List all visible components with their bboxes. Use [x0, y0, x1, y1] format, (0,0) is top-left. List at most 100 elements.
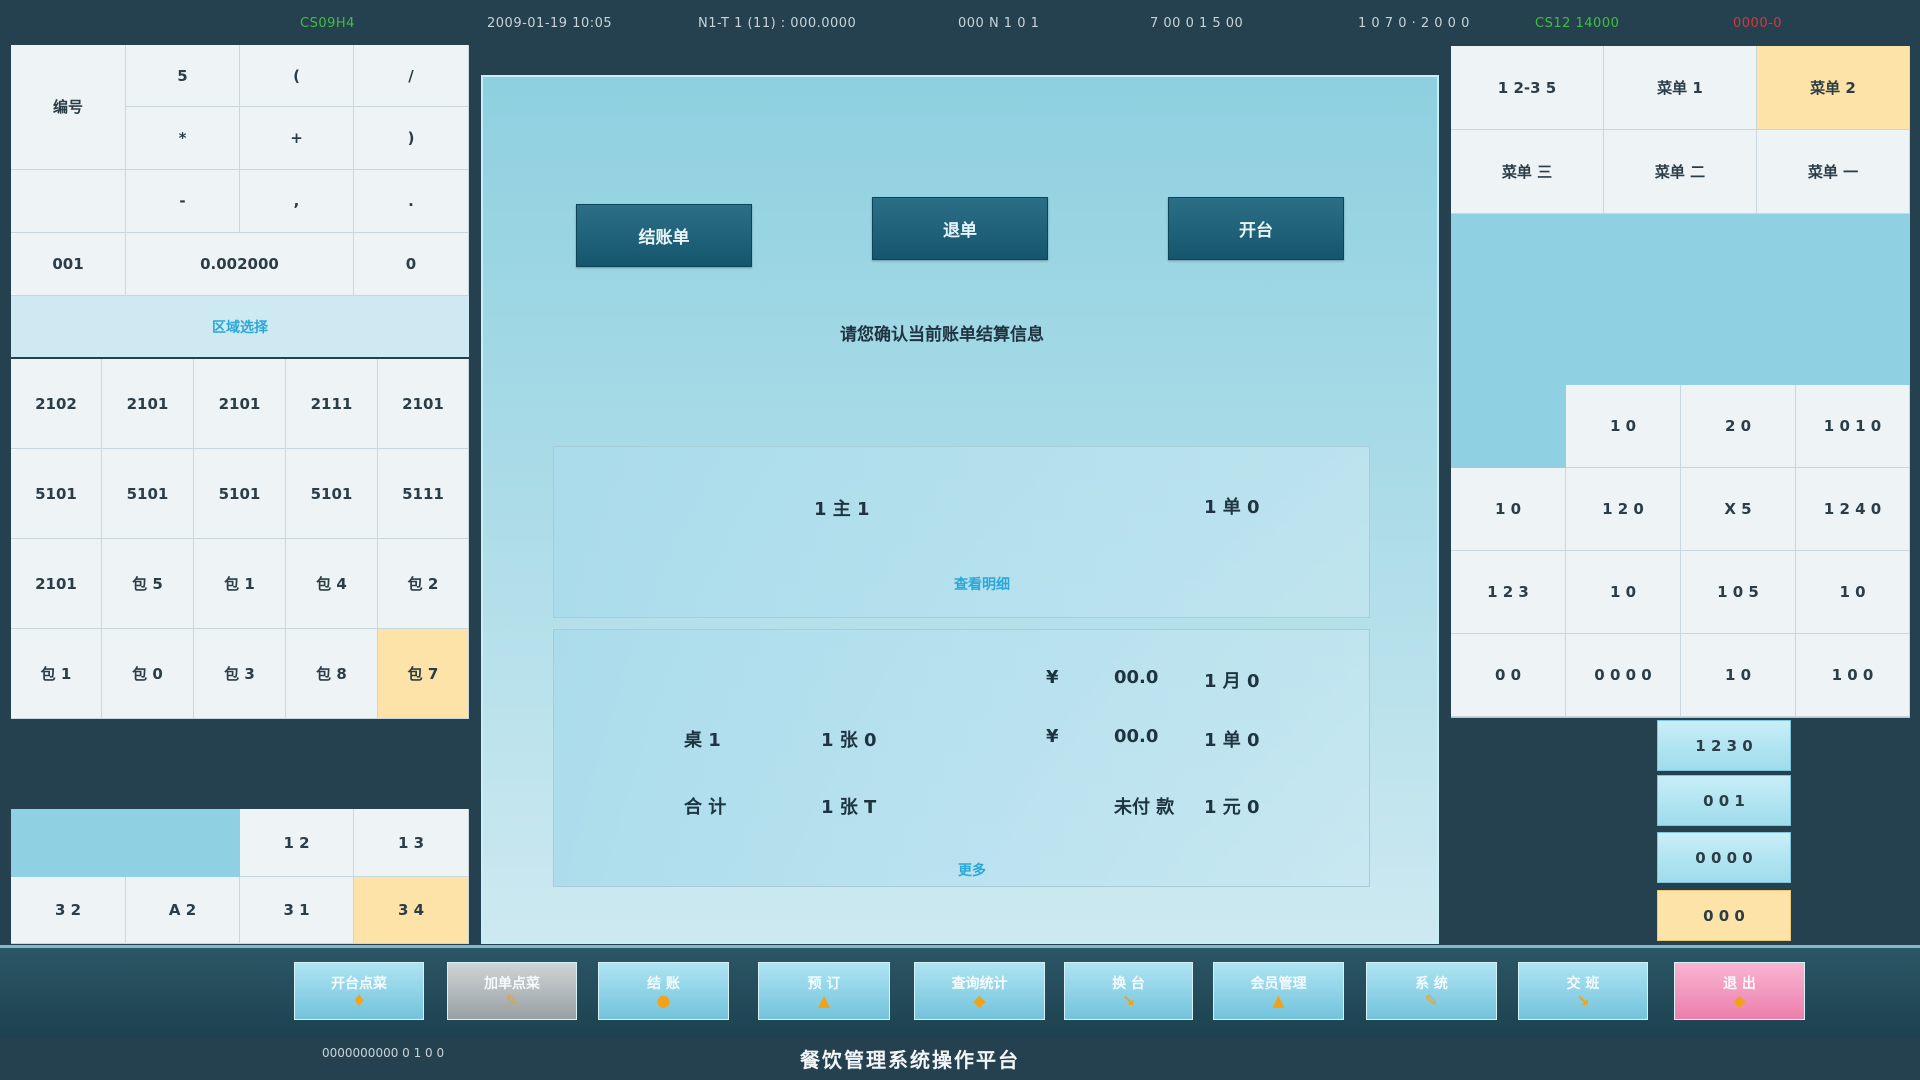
table-cell[interactable]: 5101 — [286, 449, 378, 539]
keypad-key[interactable]: - — [126, 170, 240, 233]
open-table-mode-button[interactable]: 开台 — [1168, 197, 1344, 260]
table-cell[interactable]: 2101 — [378, 359, 469, 449]
table-cell[interactable]: 包 4 — [286, 539, 378, 629]
menu-category[interactable]: 菜单 1 — [1604, 46, 1757, 130]
table-cell[interactable]: 包 1 — [11, 629, 102, 719]
keypad-key[interactable]: * — [126, 107, 240, 170]
dish-button[interactable]: 2 0 — [1681, 385, 1796, 468]
keypad-key[interactable]: ) — [354, 107, 469, 170]
dish-button[interactable]: 1 2 3 — [1451, 551, 1566, 634]
toolbar-icon: ▲ — [817, 991, 831, 1010]
menu-category[interactable]: 菜单 一 — [1757, 130, 1910, 214]
keypad-key[interactable] — [11, 170, 126, 233]
reservation-button[interactable]: 预 订 ▲ — [758, 962, 890, 1020]
keypad-input-display[interactable]: 0.002000 — [126, 233, 354, 296]
menu-category[interactable]: 菜单 三 — [1451, 130, 1604, 214]
area-select-bar[interactable]: 区域选择 — [11, 296, 469, 357]
dish-button[interactable]: X 5 — [1681, 468, 1796, 551]
table-cell[interactable]: 5101 — [194, 449, 286, 539]
table-cell[interactable]: 2101 — [194, 359, 286, 449]
table-cell[interactable]: 包 0 — [102, 629, 194, 719]
left-keypad-panel: 编号 5 ( / * + ) - , . 001 0.002000 0 区域选择 — [11, 45, 469, 357]
toolbar-icon: ▲ — [1272, 991, 1285, 1010]
table-cell[interactable]: 2101 — [102, 359, 194, 449]
detail-value: 1 张 0 — [821, 730, 877, 751]
table-cell-selected[interactable]: 3 4 — [354, 877, 469, 944]
table-cell[interactable]: A 2 — [126, 877, 240, 944]
table-cell[interactable]: 2111 — [286, 359, 378, 449]
detail-value: 1 张 T — [821, 797, 877, 818]
dish-button[interactable]: 1 0 5 — [1681, 551, 1796, 634]
system-button[interactable]: 系 统 ✎ — [1366, 962, 1497, 1020]
dish-button[interactable]: 1 0 1 0 — [1796, 385, 1910, 468]
dish-button[interactable]: 1 0 — [1796, 551, 1910, 634]
table-cell[interactable]: 包 2 — [378, 539, 469, 629]
dish-button[interactable]: 1 0 — [1681, 634, 1796, 717]
table-cell[interactable]: 1 3 — [354, 809, 469, 877]
table-cell[interactable]: 5101 — [11, 449, 102, 539]
table-cell[interactable]: 5111 — [378, 449, 469, 539]
status-item: 0000-0 — [1733, 16, 1783, 31]
table-cell[interactable]: 2102 — [11, 359, 102, 449]
keypad-key[interactable]: . — [354, 170, 469, 233]
keypad-key[interactable]: / — [354, 45, 469, 107]
detail-value: 合 计 — [684, 797, 727, 818]
toolbar-icon: ● — [656, 991, 671, 1010]
left-bottom-grid: 1 2 1 3 3 2 A 2 3 1 3 4 — [11, 809, 469, 944]
table-cell[interactable]: 包 1 — [194, 539, 286, 629]
keypad-key[interactable]: 001 — [11, 233, 126, 296]
checkout-panel: 结账单 退单 开台 请您确认当前账单结算信息 1 主 1 1 单 0 查看明细 … — [481, 75, 1439, 944]
side-action-button-selected[interactable]: 0 0 0 — [1657, 890, 1791, 941]
side-action-button[interactable]: 0 0 1 — [1657, 775, 1791, 826]
dish-button[interactable]: 1 0 — [1451, 468, 1566, 551]
table-cell[interactable]: 1 2 — [240, 809, 354, 877]
checkout-button[interactable]: 结 账 ● — [598, 962, 729, 1020]
keypad-key[interactable]: ( — [240, 45, 354, 107]
menu-category[interactable]: 1 2-3 5 — [1451, 46, 1604, 130]
toolbar-label: 系 统 — [1415, 976, 1448, 992]
query-stats-button[interactable]: 查询统计 ◆ — [914, 962, 1045, 1020]
dish-button[interactable]: 0 0 — [1451, 634, 1566, 717]
keypad-key[interactable]: , — [240, 170, 354, 233]
status-item: N1-T 1 (11) : 000.0000 — [698, 16, 857, 31]
refund-mode-button[interactable]: 退单 — [872, 197, 1048, 260]
side-action-button[interactable]: 1 2 3 0 — [1657, 720, 1791, 771]
summary-right: 1 单 0 — [1204, 497, 1260, 518]
toolbar-icon: ◆ — [973, 991, 986, 1010]
table-cell[interactable]: 包 3 — [194, 629, 286, 719]
table-cell[interactable]: 2101 — [11, 539, 102, 629]
table-cell[interactable]: 3 1 — [240, 877, 354, 944]
exit-button[interactable]: 退 出 ◆ — [1674, 962, 1805, 1020]
menu-category-selected[interactable]: 菜单 2 — [1757, 46, 1910, 130]
table-cell[interactable]: 3 2 — [11, 877, 126, 944]
open-table-button[interactable]: 开台点菜 ♦ — [294, 962, 424, 1020]
keypad-key-label[interactable]: 编号 — [11, 45, 126, 170]
status-bar: CS09H4 2009-01-19 10:05 N1-T 1 (11) : 00… — [0, 0, 1920, 44]
menu-category[interactable]: 菜单 二 — [1604, 130, 1757, 214]
dish-button[interactable]: 0 0 0 0 — [1566, 634, 1681, 717]
shift-button[interactable]: 交 班 ↘ — [1518, 962, 1648, 1020]
keypad-key[interactable]: 0 — [354, 233, 469, 296]
toolbar-label: 换 台 — [1112, 976, 1145, 992]
toolbar-label: 会员管理 — [1250, 976, 1307, 992]
toolbar-label: 预 订 — [807, 976, 841, 992]
side-action-button[interactable]: 0 0 0 0 — [1657, 832, 1791, 883]
change-table-button[interactable]: 换 台 ↘ — [1064, 962, 1193, 1020]
member-button[interactable]: 会员管理 ▲ — [1213, 962, 1344, 1020]
keypad-key[interactable]: + — [240, 107, 354, 170]
table-cell[interactable]: 包 5 — [102, 539, 194, 629]
dish-button[interactable]: 1 0 0 — [1796, 634, 1910, 717]
keypad-key[interactable]: 5 — [126, 45, 240, 107]
dish-button[interactable]: 1 0 — [1566, 385, 1681, 468]
table-cell[interactable]: 包 8 — [286, 629, 378, 719]
checkout-mode-button[interactable]: 结账单 — [576, 204, 752, 267]
table-cell[interactable]: 5101 — [102, 449, 194, 539]
toolbar-icon: ✎ — [1424, 991, 1439, 1010]
more-link[interactable]: 更多 — [958, 860, 986, 880]
add-order-button[interactable]: 加单点菜 ✎ — [447, 962, 577, 1020]
table-cell-selected[interactable]: 包 7 — [378, 629, 469, 719]
dish-button[interactable]: 1 0 — [1566, 551, 1681, 634]
dish-button[interactable]: 1 2 4 0 — [1796, 468, 1910, 551]
dish-button[interactable]: 1 2 0 — [1566, 468, 1681, 551]
view-detail-link[interactable]: 查看明细 — [954, 574, 1010, 594]
